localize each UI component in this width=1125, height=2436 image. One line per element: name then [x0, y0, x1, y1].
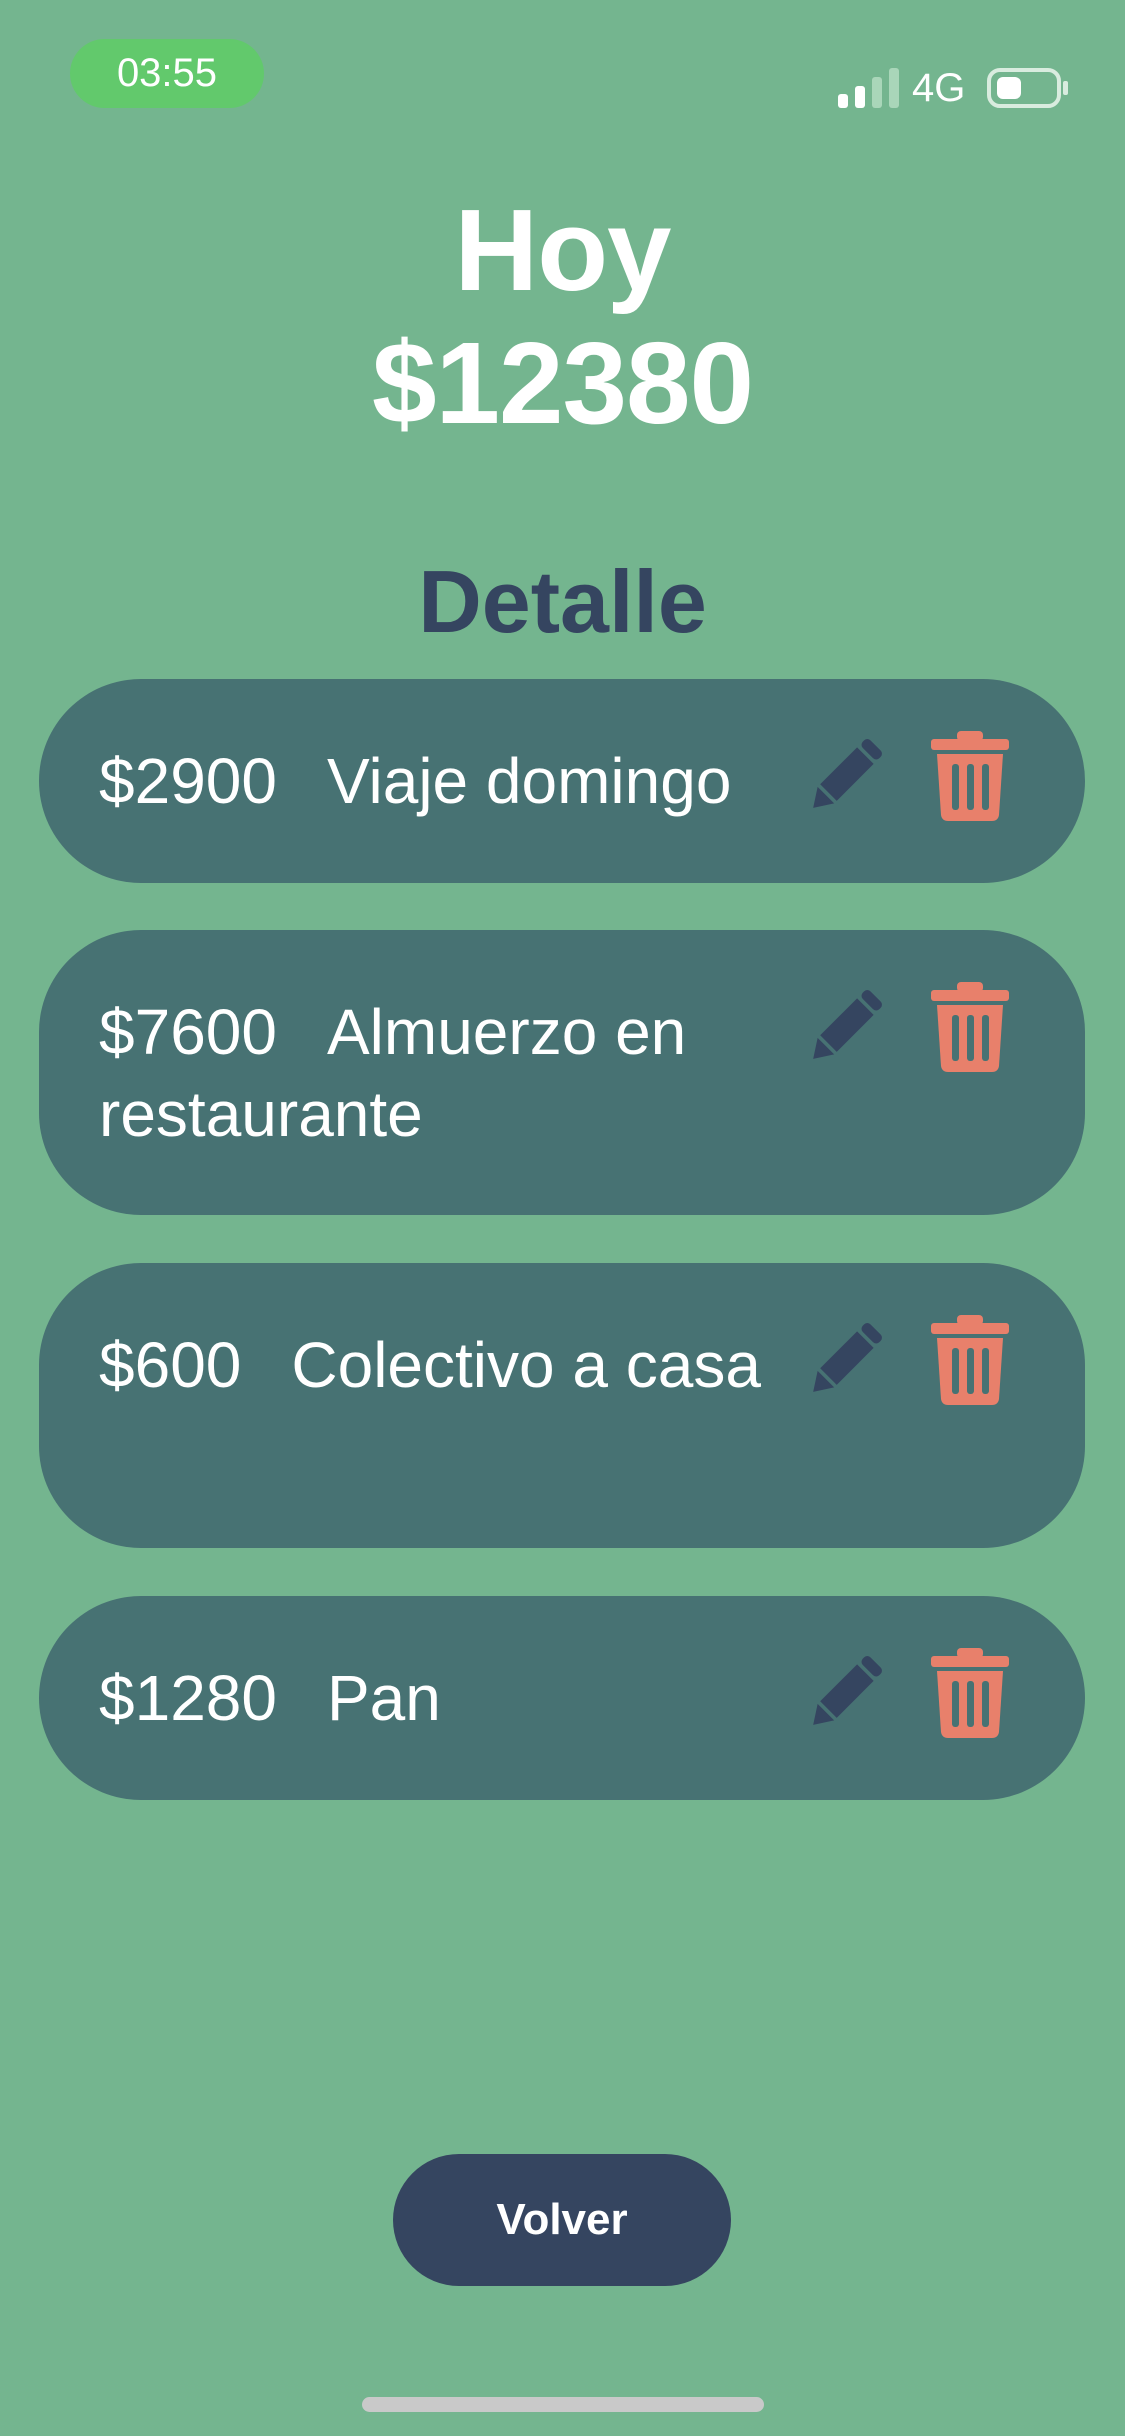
status-bar: 03:55 4G — [0, 0, 1125, 140]
daily-total: $12380 — [371, 318, 754, 448]
expense-description: Pan — [326, 1662, 441, 1734]
expense-item: $2900 Viaje domingo — [39, 679, 1085, 883]
expense-text: $1280 Pan — [99, 1657, 819, 1739]
expense-item: $1280 Pan — [39, 1596, 1085, 1800]
pencil-icon[interactable] — [800, 731, 890, 821]
back-button[interactable]: Volver — [393, 2154, 731, 2286]
expense-text: $600 Colectivo a casa — [99, 1324, 819, 1406]
signal-bars-icon — [838, 68, 899, 108]
expense-text: $2900 Viaje domingo — [99, 740, 819, 822]
pencil-icon[interactable] — [800, 1315, 890, 1405]
expense-amount: $1280 — [99, 1662, 277, 1734]
trash-icon[interactable] — [929, 1315, 1011, 1405]
trash-icon[interactable] — [929, 731, 1011, 821]
expense-amount: $7600 — [99, 996, 277, 1068]
expense-text: $7600 Almuerzo en restaurante — [99, 991, 819, 1155]
network-type: 4G — [912, 66, 966, 110]
expense-amount: $2900 — [99, 745, 277, 817]
trash-icon[interactable] — [929, 1648, 1011, 1738]
expense-description: Colectivo a casa — [291, 1329, 761, 1401]
detail-heading: Detalle — [418, 552, 707, 651]
expense-item: $600 Colectivo a casa — [39, 1263, 1085, 1548]
page-title: Hoy — [454, 185, 671, 315]
pencil-icon[interactable] — [800, 1648, 890, 1738]
battery-icon — [987, 68, 1068, 108]
home-indicator[interactable] — [362, 2397, 764, 2412]
expense-description: Viaje domingo — [326, 745, 732, 817]
expense-amount: $600 — [99, 1329, 242, 1401]
status-time: 03:55 — [70, 39, 264, 108]
expense-item: $7600 Almuerzo en restaurante — [39, 930, 1085, 1215]
pencil-icon[interactable] — [800, 982, 890, 1072]
trash-icon[interactable] — [929, 982, 1011, 1072]
